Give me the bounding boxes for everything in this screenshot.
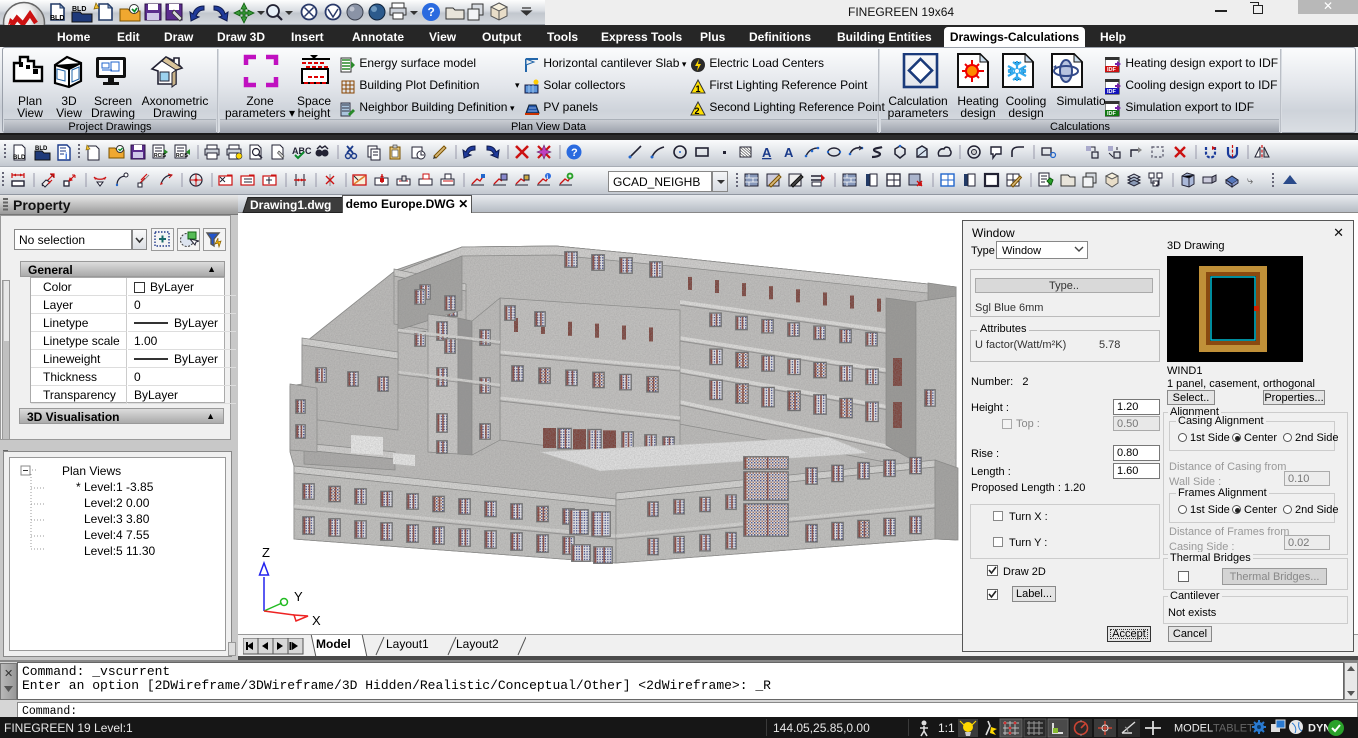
svg-text:1: 1 bbox=[696, 84, 701, 94]
svg-text:IDF: IDF bbox=[1107, 67, 1117, 73]
svg-text:Z: Z bbox=[262, 545, 270, 560]
svg-text:1:1: 1:1 bbox=[938, 721, 955, 735]
svg-text:DYN: DYN bbox=[1308, 723, 1331, 735]
svg-text:i: i bbox=[65, 151, 68, 161]
svg-text:MODEL: MODEL bbox=[1174, 723, 1213, 735]
svg-text:RCIS: RCIS bbox=[154, 153, 167, 159]
svg-text:?: ? bbox=[428, 5, 435, 19]
svg-text:Level:5 11.30: Level:5 11.30 bbox=[84, 544, 155, 558]
svg-text:IDF: IDF bbox=[1107, 89, 1117, 95]
svg-text:RCIS: RCIS bbox=[176, 153, 189, 159]
svg-text:IDF: IDF bbox=[1107, 111, 1117, 117]
svg-text:* Level:1 -3.85: * Level:1 -3.85 bbox=[76, 480, 154, 494]
svg-text:2: 2 bbox=[695, 106, 700, 116]
svg-text:⤷: ⤷ bbox=[1247, 175, 1254, 187]
svg-text:?: ? bbox=[571, 147, 578, 159]
svg-text:Level:4 7.55: Level:4 7.55 bbox=[84, 528, 150, 542]
svg-text:Plan Views: Plan Views bbox=[62, 464, 121, 478]
svg-text:BLD: BLD bbox=[13, 155, 26, 161]
svg-text:Y: Y bbox=[294, 589, 303, 604]
svg-text:X: X bbox=[312, 613, 321, 628]
svg-text:Level:3 3.80: Level:3 3.80 bbox=[84, 512, 150, 526]
svg-text:Level:2 0.00: Level:2 0.00 bbox=[84, 496, 150, 510]
svg-text:TABLET: TABLET bbox=[1213, 723, 1254, 735]
svg-text:A: A bbox=[762, 145, 772, 160]
svg-text:BLD: BLD bbox=[50, 15, 64, 22]
svg-text:A: A bbox=[784, 145, 794, 160]
